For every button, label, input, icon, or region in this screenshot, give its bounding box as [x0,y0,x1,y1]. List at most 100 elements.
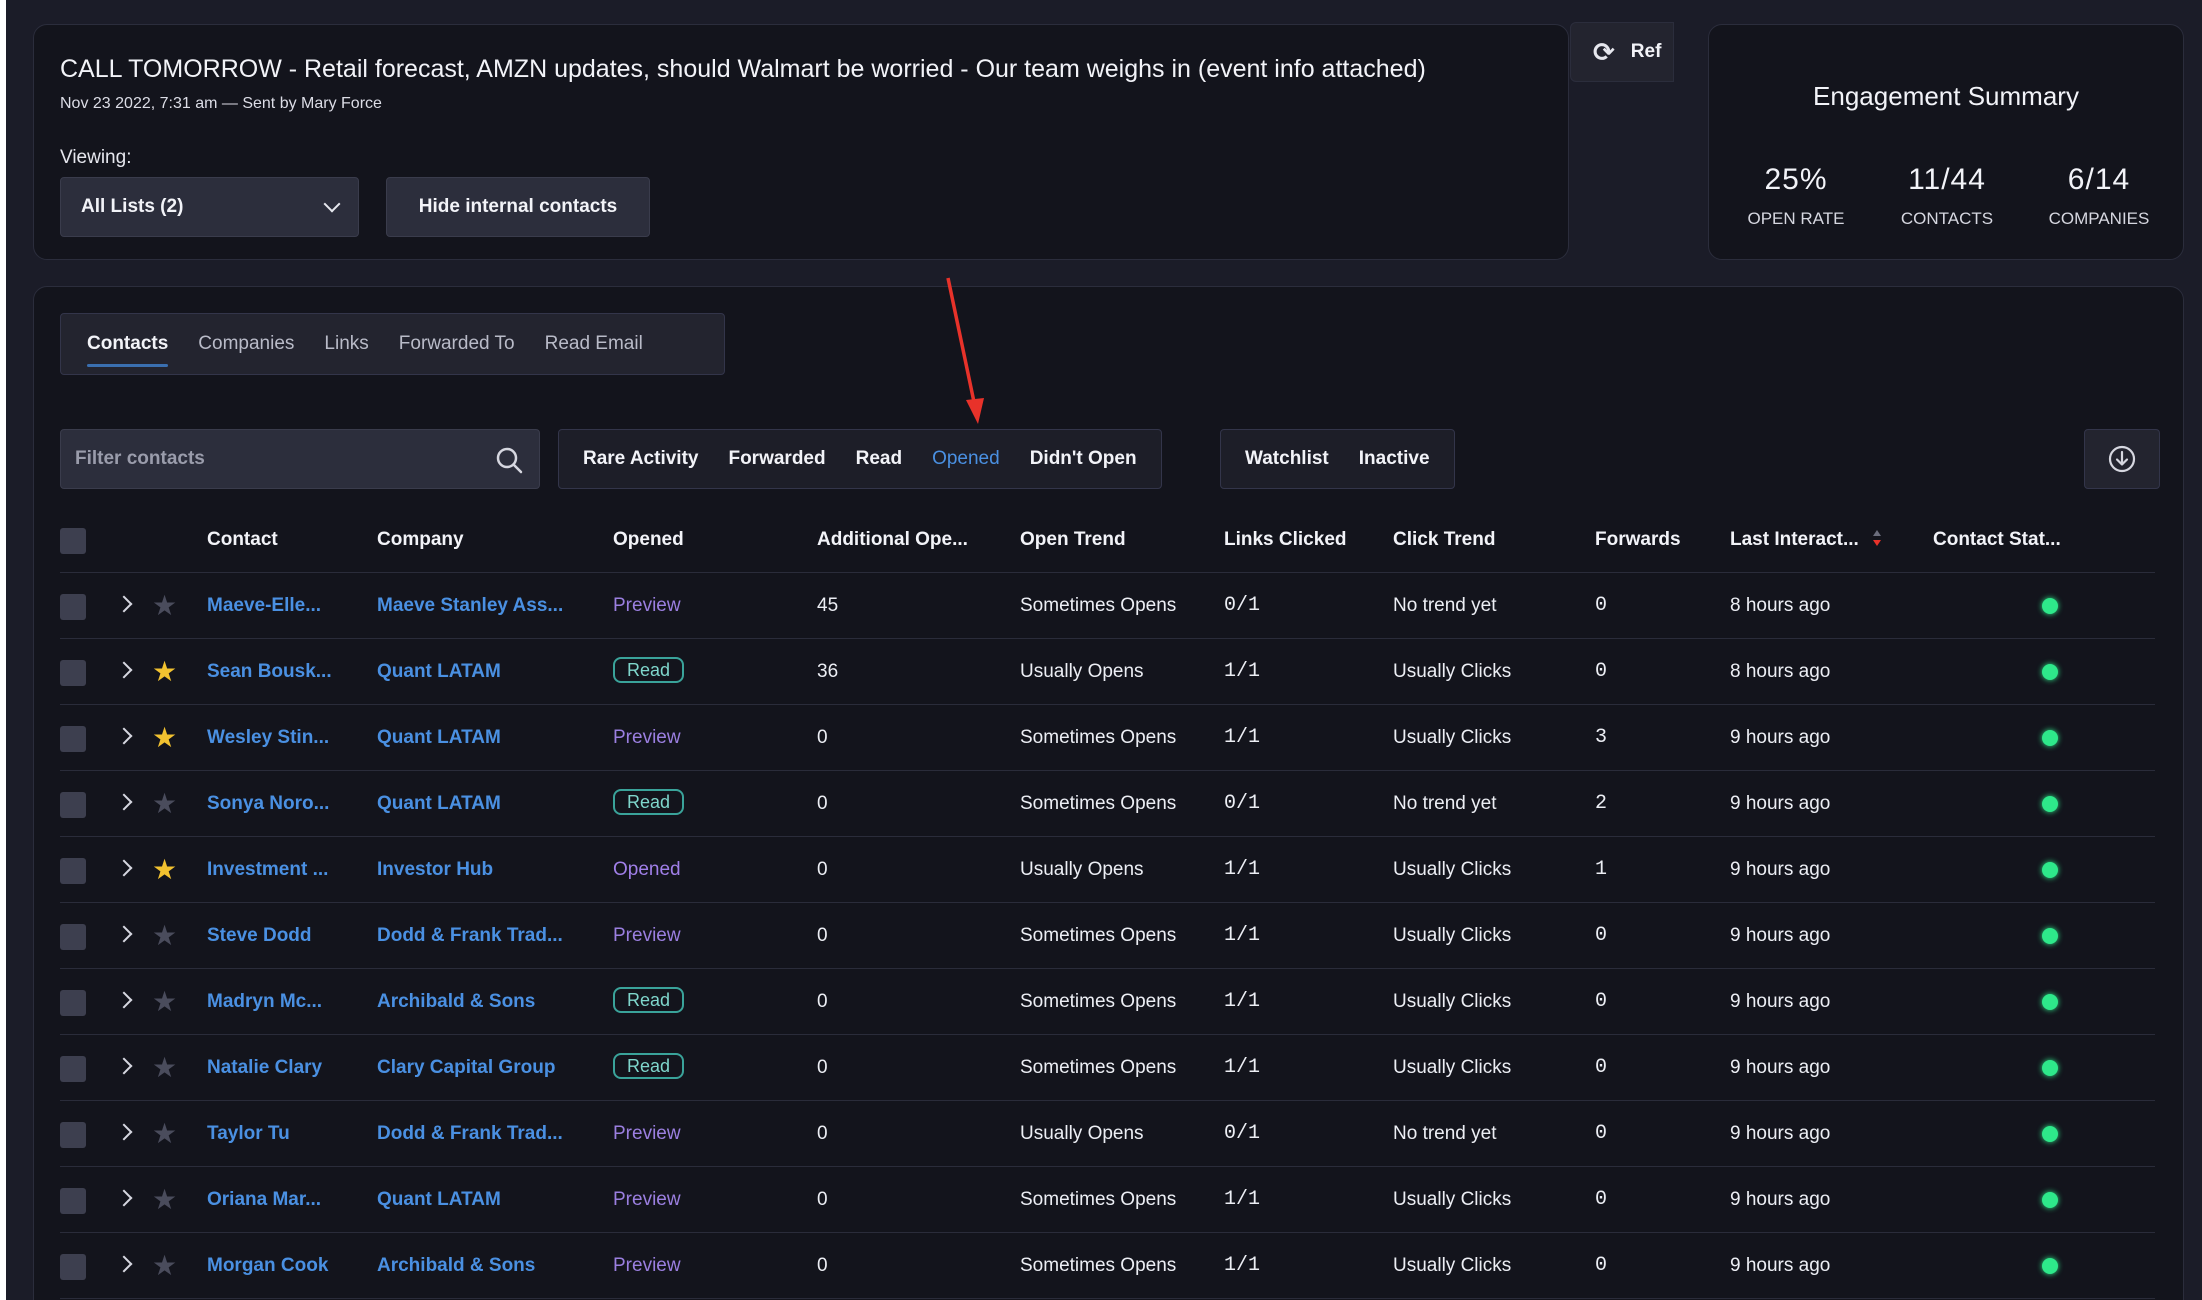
refresh-button[interactable]: ⟳ Ref [1570,22,1674,82]
star-icon[interactable]: ★ [152,771,177,837]
chevron-right-icon[interactable] [115,1057,133,1075]
filter-contacts-input[interactable] [61,430,481,488]
star-icon[interactable]: ★ [152,639,177,705]
col-click-trend[interactable]: Click Trend [1393,507,1495,573]
contact-name-link[interactable]: Sean Bousk... [207,639,367,705]
contact-name-link[interactable]: Steve Dodd [207,903,367,969]
chevron-right-icon[interactable] [115,1189,133,1207]
open-trend-value: Sometimes Opens [1020,1255,1177,1276]
chevron-right-icon[interactable] [115,595,133,613]
col-opened[interactable]: Opened [613,507,684,573]
table-row[interactable]: ★ Taylor Tu Dodd & Frank Trad... Preview… [60,1101,2155,1167]
row-checkbox[interactable] [60,990,86,1016]
forwards-value: 1 [1595,858,1608,881]
row-checkbox[interactable] [60,1056,86,1082]
company-name-link[interactable]: Archibald & Sons [377,1233,597,1299]
chevron-right-icon[interactable] [115,925,133,943]
table-row[interactable]: ★ Oriana Mar... Quant LATAM Preview 0 So… [60,1167,2155,1233]
tab-contacts[interactable]: Contacts [87,313,169,375]
chevron-right-icon[interactable] [115,1123,133,1141]
table-row[interactable]: ★ Sean Bousk... Quant LATAM Read 36 Usua… [60,639,2155,705]
company-name-link[interactable]: Clary Capital Group [377,1035,597,1101]
contact-name-link[interactable]: Wesley Stin... [207,705,367,771]
row-checkbox[interactable] [60,1122,86,1148]
company-name-link[interactable]: Maeve Stanley Ass... [377,573,597,639]
list-select[interactable]: All Lists (2) [60,177,359,237]
star-icon[interactable]: ★ [152,837,177,903]
star-icon[interactable]: ★ [152,705,177,771]
star-icon[interactable]: ★ [152,1101,177,1167]
filter-opened[interactable]: Opened [932,448,1000,470]
row-checkbox[interactable] [60,924,86,950]
filter-rare-activity[interactable]: Rare Activity [583,448,698,470]
filter-didnt-open[interactable]: Didn't Open [1030,448,1137,470]
search-icon[interactable] [495,446,523,474]
company-name-link[interactable]: Quant LATAM [377,1167,597,1233]
contact-name-link[interactable]: Madryn Mc... [207,969,367,1035]
refresh-label: Ref [1630,41,1662,62]
row-checkbox[interactable] [60,660,86,686]
company-name-link[interactable]: Quant LATAM [377,705,597,771]
filter-read[interactable]: Read [856,448,902,470]
contact-name-link[interactable]: Investment ... [207,837,367,903]
star-icon[interactable]: ★ [152,903,177,969]
table-row[interactable]: ★ Morgan Cook Archibald & Sons Preview 0… [60,1233,2155,1299]
chevron-right-icon[interactable] [115,991,133,1009]
star-icon[interactable]: ★ [152,1233,177,1299]
company-name-link[interactable]: Dodd & Frank Trad... [377,903,597,969]
contact-name-link[interactable]: Morgan Cook [207,1233,367,1299]
table-row[interactable]: ★ Sonya Noro... Quant LATAM Read 0 Somet… [60,771,2155,837]
tab-companies[interactable]: Companies [198,313,294,375]
company-name-link[interactable]: Investor Hub [377,837,597,903]
star-icon[interactable]: ★ [152,969,177,1035]
company-name-link[interactable]: Archibald & Sons [377,969,597,1035]
col-open-trend[interactable]: Open Trend [1020,507,1126,573]
table-row[interactable]: ★ Investment ... Investor Hub Opened 0 U… [60,837,2155,903]
chevron-right-icon[interactable] [115,661,133,679]
filter-inactive[interactable]: Inactive [1359,448,1430,470]
row-checkbox[interactable] [60,792,86,818]
contacts-label: CONTACTS [1900,209,1994,228]
star-icon[interactable]: ★ [152,1167,177,1233]
chevron-right-icon[interactable] [115,793,133,811]
col-contact[interactable]: Contact [207,507,278,573]
row-checkbox[interactable] [60,858,86,884]
hide-internal-contacts-button[interactable]: Hide internal contacts [386,177,650,237]
col-last-interaction[interactable]: Last Interact... [1730,507,1882,573]
col-company[interactable]: Company [377,507,464,573]
col-contact-status[interactable]: Contact Stat... [1933,507,2061,573]
star-icon[interactable]: ★ [152,573,177,639]
star-icon[interactable]: ★ [152,1035,177,1101]
chevron-right-icon[interactable] [115,859,133,877]
contact-name-link[interactable]: Sonya Noro... [207,771,367,837]
table-row[interactable]: ★ Madryn Mc... Archibald & Sons Read 0 S… [60,969,2155,1035]
col-additional-opens[interactable]: Additional Ope... [817,507,968,573]
table-row[interactable]: ★ Steve Dodd Dodd & Frank Trad... Previe… [60,903,2155,969]
select-all-checkbox[interactable] [60,528,86,554]
download-button[interactable] [2084,429,2160,489]
company-name-link[interactable]: Dodd & Frank Trad... [377,1101,597,1167]
company-name-link[interactable]: Quant LATAM [377,639,597,705]
row-checkbox[interactable] [60,726,86,752]
tab-read-email[interactable]: Read Email [545,313,643,375]
filter-forwarded[interactable]: Forwarded [728,448,825,470]
contact-name-link[interactable]: Oriana Mar... [207,1167,367,1233]
tab-forwarded-to[interactable]: Forwarded To [399,313,515,375]
row-checkbox[interactable] [60,594,86,620]
contact-name-link[interactable]: Taylor Tu [207,1101,367,1167]
filter-watchlist[interactable]: Watchlist [1245,448,1329,470]
table-row[interactable]: ★ Wesley Stin... Quant LATAM Preview 0 S… [60,705,2155,771]
table-row[interactable]: ★ Maeve-Elle... Maeve Stanley Ass... Pre… [60,573,2155,639]
contact-name-link[interactable]: Maeve-Elle... [207,573,367,639]
tab-links[interactable]: Links [324,313,368,375]
col-forwards[interactable]: Forwards [1595,507,1681,573]
row-checkbox[interactable] [60,1188,86,1214]
links-clicked-value: 1/1 [1224,924,1261,947]
contact-name-link[interactable]: Natalie Clary [207,1035,367,1101]
row-checkbox[interactable] [60,1254,86,1280]
company-name-link[interactable]: Quant LATAM [377,771,597,837]
chevron-right-icon[interactable] [115,727,133,745]
table-row[interactable]: ★ Natalie Clary Clary Capital Group Read… [60,1035,2155,1101]
chevron-right-icon[interactable] [115,1255,133,1273]
col-links-clicked[interactable]: Links Clicked [1224,507,1347,573]
